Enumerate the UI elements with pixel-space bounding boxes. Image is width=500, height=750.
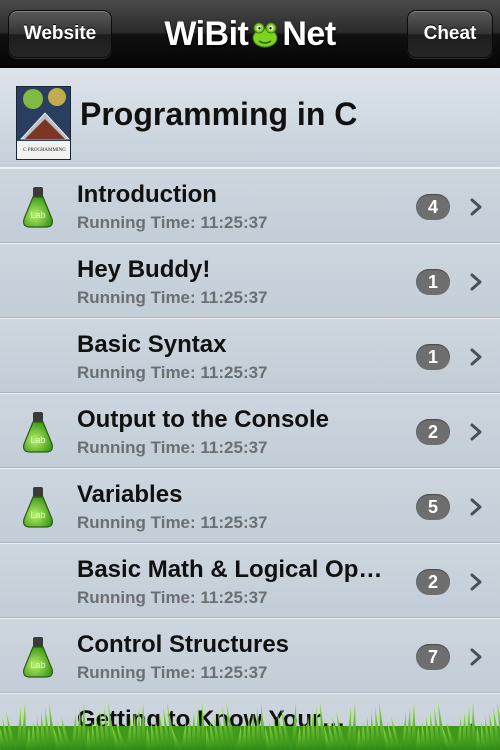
- chevron-right-icon: [470, 498, 482, 516]
- course-title: Programming in C: [80, 96, 358, 132]
- lesson-title: Output to the Console: [77, 406, 329, 433]
- logo-text-left: WiBit: [164, 14, 249, 53]
- video-count-badge: 1: [416, 344, 450, 370]
- lesson-row-6[interactable]: Basic Math & Logical Op… Running Time: 1…: [0, 543, 500, 618]
- frog-logo-icon: [252, 22, 278, 48]
- lesson-running-time: Running Time: 11:25:37: [77, 288, 268, 307]
- lesson-title: Variables: [77, 481, 183, 508]
- lesson-title: Getting to Know Your…: [77, 706, 346, 733]
- lesson-row-4[interactable]: Lab Output to the Console Running Time: …: [0, 393, 500, 468]
- lesson-title: Introduction: [77, 181, 217, 208]
- chevron-right-icon: [470, 573, 482, 591]
- lesson-row-3[interactable]: Basic Syntax Running Time: 11:25:37 1: [0, 318, 500, 393]
- cheat-button[interactable]: Cheat: [407, 10, 493, 58]
- video-count-badge: 2: [416, 419, 450, 445]
- chevron-right-icon: [470, 423, 482, 441]
- lesson-running-time: Running Time: 11:25:37: [77, 213, 268, 232]
- video-count-badge: 5: [416, 494, 450, 520]
- course-header: C PROGRAMMING Programming in C: [0, 68, 500, 168]
- video-count-badge: 4: [416, 194, 450, 220]
- lesson-title: Basic Math & Logical Op…: [77, 556, 383, 583]
- chevron-right-icon: [470, 723, 482, 741]
- video-count-badge: 2: [416, 569, 450, 595]
- lesson-list: Lab Introduction Running Time: 11:25:37 …: [0, 168, 500, 750]
- website-button[interactable]: Website: [8, 10, 112, 58]
- lesson-row-1[interactable]: Lab Introduction Running Time: 11:25:37 …: [0, 168, 500, 243]
- book-cover-text: C PROGRAMMING: [23, 148, 66, 153]
- lesson-running-time: Running Time: 11:25:37: [77, 663, 268, 682]
- logo-text-right: Net: [282, 14, 336, 53]
- course-book-cover: C PROGRAMMING: [16, 86, 71, 160]
- chevron-right-icon: [470, 648, 482, 666]
- chevron-right-icon: [470, 273, 482, 291]
- lab-flask-icon: Lab: [23, 412, 53, 453]
- book-cover-art: C PROGRAMMING: [17, 87, 70, 159]
- lesson-title: Basic Syntax: [77, 331, 227, 358]
- lab-label: Lab: [30, 510, 45, 520]
- lesson-title: Control Structures: [77, 631, 290, 658]
- lab-flask-icon: Lab: [23, 487, 53, 528]
- chevron-right-icon: [470, 198, 482, 216]
- video-count-badge: 7: [416, 644, 450, 670]
- lab-flask-icon: Lab: [23, 637, 53, 678]
- lesson-running-time: Running Time: 11:25:37: [77, 588, 268, 607]
- lab-flask-icon: Lab: [23, 187, 53, 228]
- wibit-logo: WiBit Net: [158, 12, 342, 56]
- lab-label: Lab: [30, 435, 45, 445]
- lesson-title: Hey Buddy!: [77, 256, 211, 283]
- lesson-running-time: Running Time: 11:25:37: [77, 363, 268, 382]
- lesson-row-5[interactable]: Lab Variables Running Time: 11:25:37 5: [0, 468, 500, 543]
- lesson-running-time: Running Time: 11:25:37: [77, 513, 268, 532]
- chevron-right-icon: [470, 348, 482, 366]
- top-navigation-bar: Website WiBit Net Cheat: [0, 0, 500, 68]
- lesson-row-2[interactable]: Hey Buddy! Running Time: 11:25:37 1: [0, 243, 500, 318]
- lesson-running-time: Running Time: 11:25:37: [77, 438, 268, 457]
- lesson-row-7[interactable]: Lab Control Structures Running Time: 11:…: [0, 618, 500, 693]
- lab-label: Lab: [30, 210, 45, 220]
- lab-label: Lab: [30, 660, 45, 670]
- lesson-row-8[interactable]: Getting to Know Your…: [0, 693, 500, 750]
- video-count-badge: 1: [416, 269, 450, 295]
